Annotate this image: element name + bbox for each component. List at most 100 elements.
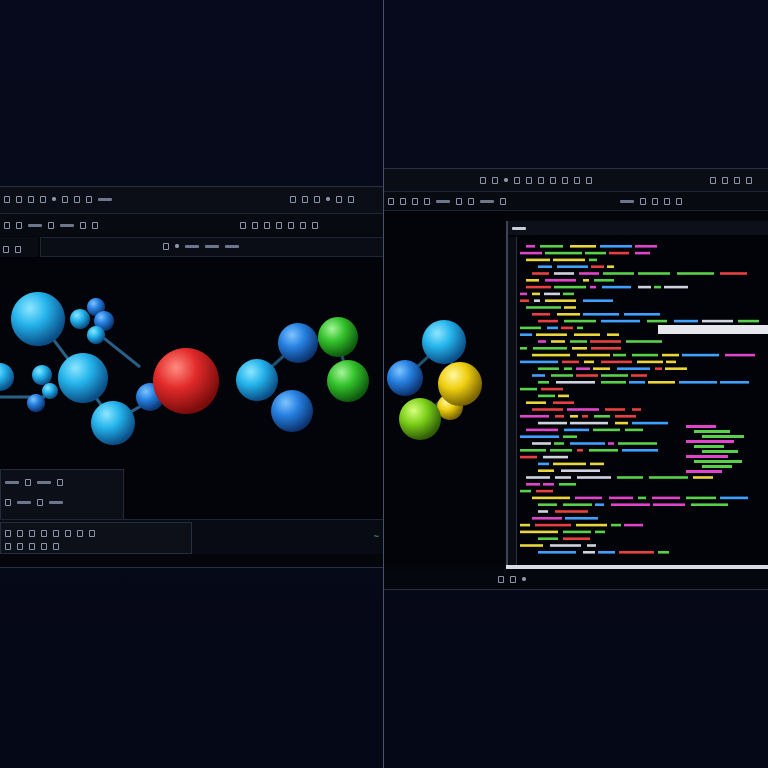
atom-cyan[interactable] [11,292,65,346]
frame-last-icon[interactable] [53,529,59,537]
code-token [520,251,542,255]
small-atom[interactable] [32,365,52,385]
step-icon[interactable] [468,197,474,205]
speed-icon[interactable] [77,529,83,537]
viewer-path-bar[interactable] [40,237,384,257]
measure-icon[interactable] [288,221,294,229]
help-menu-icon[interactable] [74,195,80,203]
small-atom[interactable] [42,383,58,399]
code-token [555,476,571,479]
layout-icon[interactable] [652,197,658,205]
sync-icon[interactable] [326,197,330,201]
small-atom[interactable] [70,309,90,329]
run-icon[interactable] [586,176,592,184]
play-icon[interactable] [29,529,35,537]
restore-icon[interactable] [734,176,740,184]
atom-red[interactable] [153,348,219,414]
atom-green[interactable] [318,317,358,357]
toolbar-icon[interactable] [388,197,394,205]
save-all-icon[interactable] [424,197,430,205]
small-atom[interactable] [87,326,105,344]
maximize-icon[interactable] [722,176,728,184]
loop-icon[interactable] [65,529,71,537]
toolbar-icon[interactable] [4,221,10,229]
more-icon[interactable] [676,197,682,205]
zoom-icon[interactable] [264,221,270,229]
window-menu-icon[interactable] [480,176,486,184]
split-icon[interactable] [640,197,646,205]
frame-prev-icon[interactable] [17,529,23,537]
viewer-window-controls[interactable] [290,193,354,205]
git-icon[interactable] [526,176,532,184]
open-icon[interactable] [16,221,22,229]
link-icon[interactable] [314,195,320,203]
breakpoint-icon[interactable] [500,197,506,205]
atom-tool-icon[interactable] [15,245,21,253]
editor-toolbar-left[interactable] [388,195,506,207]
close-icon[interactable] [348,195,354,203]
layout-icon[interactable] [302,195,308,203]
search-icon[interactable] [538,176,544,184]
atom-cyan[interactable] [58,353,108,403]
atom-yellow[interactable] [438,362,482,406]
atom-cyan[interactable] [0,363,14,391]
pan-icon[interactable] [276,221,282,229]
settings-icon[interactable] [664,197,670,205]
atom-green[interactable] [399,398,441,440]
undo-icon[interactable] [80,221,86,229]
notification-icon[interactable] [522,577,526,581]
window-menu-icon[interactable] [4,195,10,203]
atom-green[interactable] [327,360,369,402]
folder-icon[interactable] [514,176,520,184]
editor-preview-panel[interactable] [384,211,504,566]
file-icon[interactable] [492,176,498,184]
viewer-toolbar-right[interactable] [240,219,318,231]
view-menu-icon[interactable] [40,195,46,203]
viewer-toolbar-left[interactable] [4,219,98,231]
edit-menu-icon[interactable] [28,195,34,203]
frame-first-icon[interactable] [5,529,11,537]
code-lines[interactable] [508,221,768,567]
output-icon[interactable] [510,575,516,583]
debug-icon[interactable] [550,176,556,184]
build-icon[interactable] [456,197,462,205]
editor-window-controls[interactable] [710,174,752,186]
bottom-panel-row-1[interactable] [5,527,95,539]
render-menu-icon[interactable] [86,195,92,203]
save-icon[interactable] [48,221,54,229]
editor-title-icons[interactable] [480,174,592,186]
extensions-icon[interactable] [574,176,580,184]
close-icon[interactable] [746,176,752,184]
view-icon[interactable] [240,221,246,229]
minimize-icon[interactable] [710,176,716,184]
sidebar-tools-row-1[interactable] [3,243,21,255]
frame-next-icon[interactable] [41,529,47,537]
settings-icon[interactable] [336,195,342,203]
terminal-icon[interactable] [562,176,568,184]
atom-cyan[interactable] [236,359,278,401]
rotate-icon[interactable] [252,221,258,229]
editor-toolbar-right[interactable] [620,195,682,207]
new-file-icon[interactable] [400,197,406,205]
atom-cyan[interactable] [422,320,466,364]
viewer-menu[interactable] [4,193,112,205]
problems-icon[interactable] [498,575,504,583]
render-icon[interactable] [312,221,318,229]
redo-icon[interactable] [92,221,98,229]
code-editor-pane[interactable] [506,221,768,567]
pin-icon[interactable] [290,195,296,203]
tools-menu-icon[interactable] [62,195,68,203]
editor-bottom-icons[interactable] [498,573,526,585]
molecule-preview[interactable] [384,211,504,566]
atom-blue[interactable] [271,390,313,432]
select-tool-icon[interactable] [3,245,9,253]
small-atom[interactable] [27,394,45,412]
label-icon[interactable] [300,221,306,229]
file-menu-icon[interactable] [16,195,22,203]
atom-blue[interactable] [278,323,318,363]
record-icon[interactable] [89,529,95,537]
code-token [526,483,540,486]
save-icon[interactable] [412,197,418,205]
atom-cyan[interactable] [91,401,135,445]
atom-blue[interactable] [387,360,423,396]
